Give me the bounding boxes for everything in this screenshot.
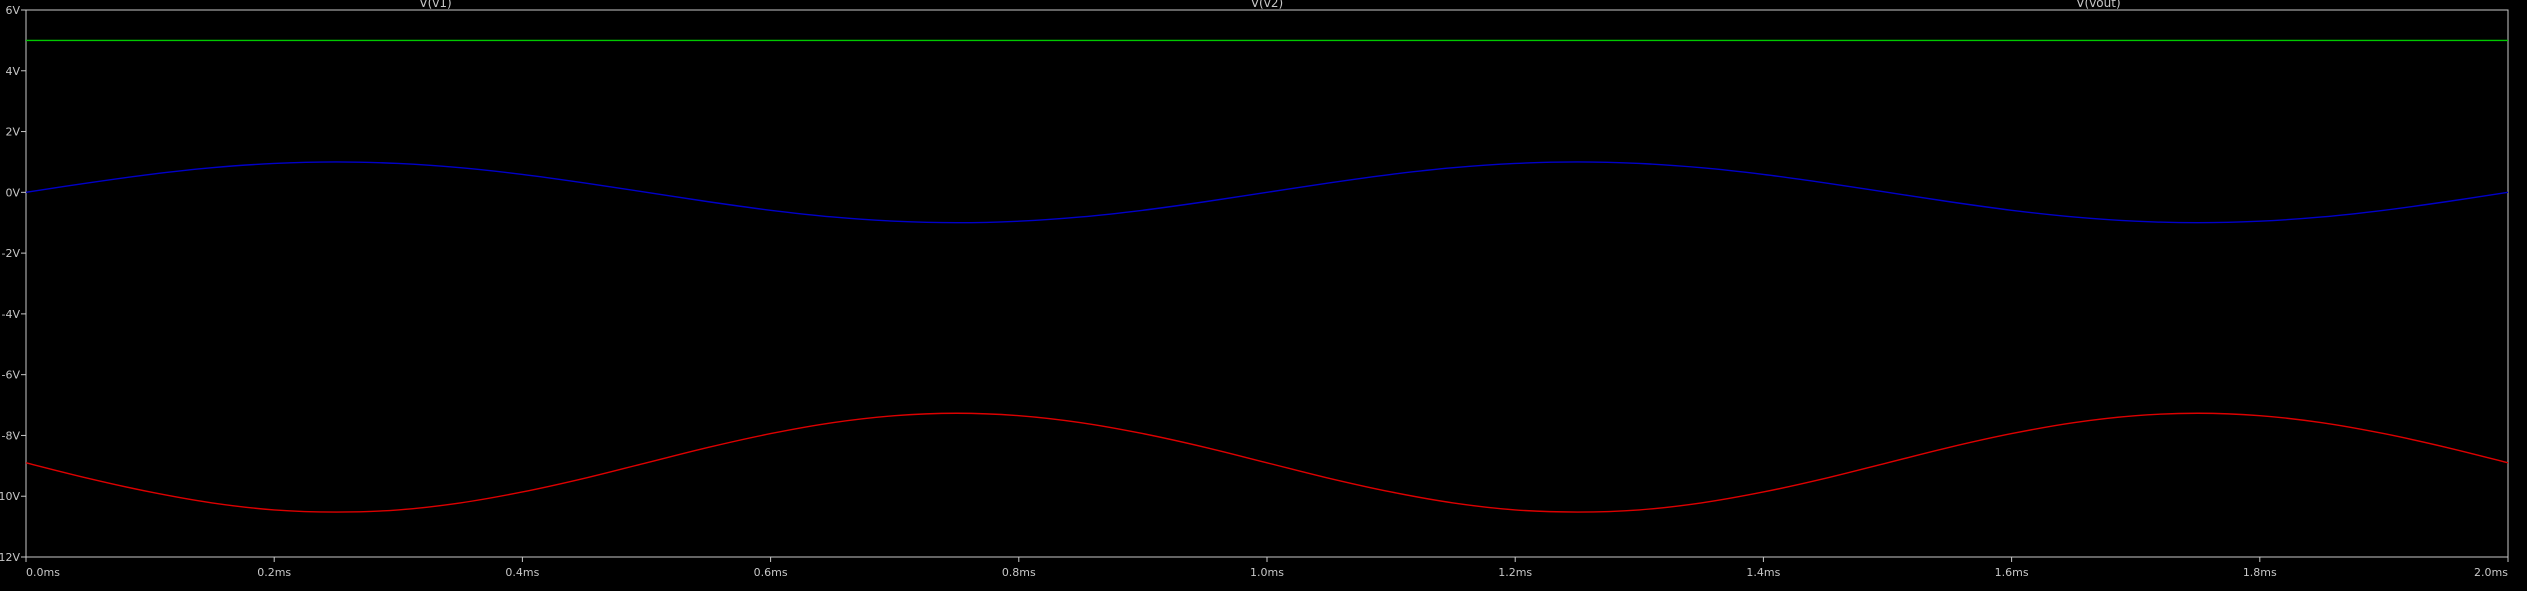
x-tick-label: 0.0ms <box>26 566 60 579</box>
legend-label-2: V(v2) <box>1251 0 1283 10</box>
waveform-plot: 6V 4V 2V 0V -2V -4V -6V -8V -10V -12V 0.0ms 0.2ms 0… <box>0 0 2527 586</box>
plot-background <box>0 0 2527 586</box>
x-tick-label: 1.2ms <box>1498 566 1532 579</box>
legend-label-3: V(vout) <box>2076 0 2120 10</box>
x-tick-label: 0.2ms <box>257 566 291 579</box>
x-tick-label: 2.0ms <box>2474 566 2508 579</box>
y-tick-label: 2V <box>5 126 20 139</box>
y-tick-label: 6V <box>5 4 20 17</box>
y-tick-label: -12V <box>0 551 20 564</box>
x-tick-label: 1.4ms <box>1746 566 1780 579</box>
x-tick-label: 1.0ms <box>1250 566 1284 579</box>
x-tick-label: 1.6ms <box>1995 566 2029 579</box>
x-tick-label: 0.6ms <box>754 566 788 579</box>
x-tick-label: 0.8ms <box>1002 566 1036 579</box>
y-tick-label: -10V <box>0 490 20 503</box>
y-tick-label: -2V <box>2 247 21 260</box>
y-tick-label: -8V <box>2 429 21 442</box>
legend-label-1: V(v1) <box>419 0 451 10</box>
y-tick-label: -4V <box>2 308 21 321</box>
y-tick-label: 4V <box>5 65 20 78</box>
waveform-plot-svg: 6V 4V 2V 0V -2V -4V -6V -8V -10V -12V 0.0ms 0.2ms 0… <box>0 0 2527 586</box>
x-tick-label: 0.4ms <box>505 566 539 579</box>
x-tick-label: 1.8ms <box>2243 566 2277 579</box>
y-tick-label: 0V <box>5 186 20 199</box>
y-tick-label: -6V <box>2 369 21 382</box>
